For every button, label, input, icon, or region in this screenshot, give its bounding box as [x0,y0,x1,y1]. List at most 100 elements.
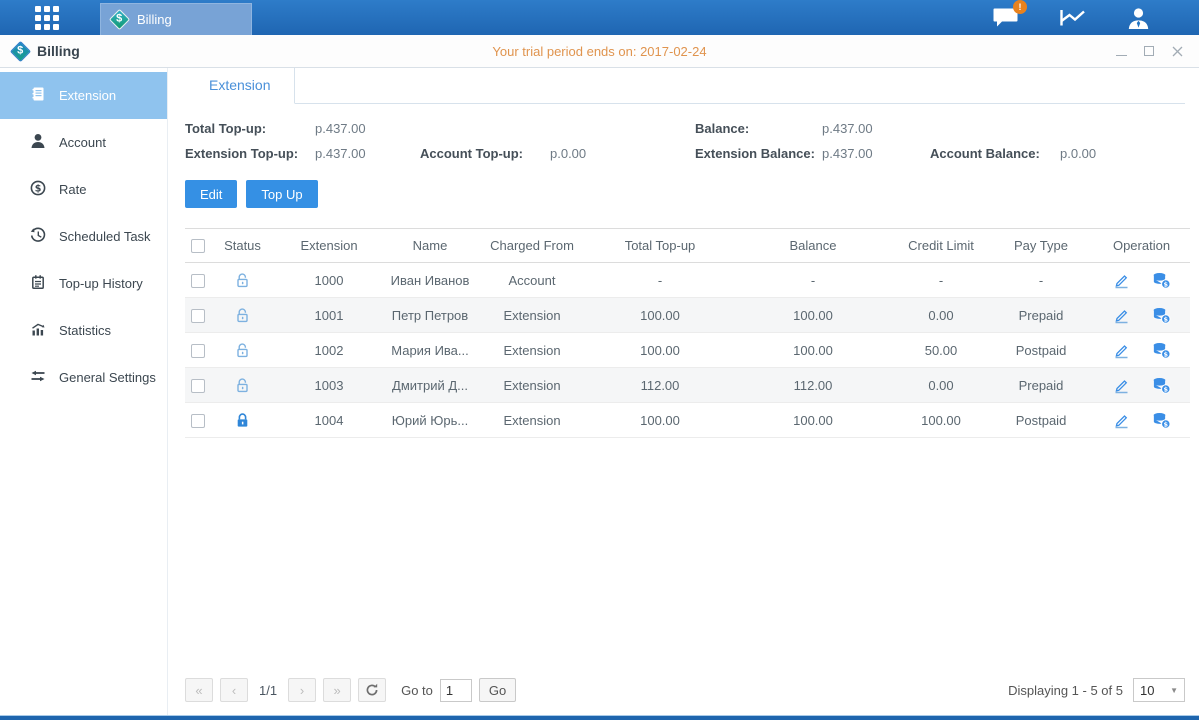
edit-pencil-icon[interactable] [1113,272,1130,289]
row-checkbox[interactable] [191,309,205,323]
notification-badge: ! [1013,0,1027,14]
user-menu-button[interactable] [1126,7,1151,29]
tab-bar: Extension [185,68,1185,104]
account-topup-value: p.0.00 [550,146,695,161]
col-header-pay-type: Pay Type [989,229,1093,263]
edit-pencil-icon[interactable] [1113,342,1130,359]
table-row: 1001 Петр Петров Extension 100.00 100.00… [185,298,1190,333]
total-topup-value: p.437.00 [315,121,420,136]
sidebar-item-statistics[interactable]: Statistics [0,307,167,354]
main-panel: Extension Total Top-up: p.437.00 Balance… [168,68,1199,715]
sidebar-item-top-up-history[interactable]: Top-up History [0,260,167,307]
go-button[interactable]: Go [479,678,516,702]
edit-button[interactable]: Edit [185,180,237,208]
extension-table-body: 1000 Иван Иванов Account - - - - $ 1001 … [185,263,1190,438]
lock-closed-icon[interactable] [235,412,250,429]
close-icon[interactable] [1171,45,1183,57]
prev-page-button[interactable]: ‹ [220,678,248,702]
topbar: $ Billing ! [0,0,1199,35]
svg-text:$: $ [1163,420,1168,428]
account-balance-value: p.0.00 [1060,146,1185,161]
first-page-button[interactable]: « [185,678,213,702]
edit-pencil-icon[interactable] [1113,377,1130,394]
billing-title-icon: $ [10,40,31,61]
top-up-button[interactable]: Top Up [246,180,317,208]
svg-text:$: $ [1163,280,1168,288]
sidebar-item-account[interactable]: Account [0,119,167,166]
extension-topup-value: p.437.00 [315,146,420,161]
col-header-operation: Operation [1093,229,1190,263]
notifications-button[interactable]: ! [992,7,1019,29]
table-row: 1002 Мария Ива... Extension 100.00 100.0… [185,333,1190,368]
goto-page-input[interactable] [440,679,472,702]
window-bottom-edge [0,715,1199,720]
reports-button[interactable] [1059,8,1086,28]
sidebar-item-scheduled-task[interactable]: Scheduled Task [0,213,167,260]
last-page-button[interactable]: » [323,678,351,702]
topup-coins-icon[interactable]: $ [1152,377,1171,394]
svg-text:$: $ [1163,315,1168,323]
row-checkbox[interactable] [191,414,205,428]
extension-balance-label: Extension Balance: [695,146,822,161]
maximize-icon[interactable] [1143,45,1155,57]
next-page-button[interactable]: › [288,678,316,702]
window-controls [1115,45,1183,57]
topup-history-ledger-icon [30,274,46,290]
extension-table: StatusExtensionNameCharged FromTotal Top… [185,228,1190,438]
sidebar-item-general-settings[interactable]: General Settings [0,354,167,401]
edit-pencil-icon[interactable] [1113,307,1130,324]
topup-coins-icon[interactable]: $ [1152,342,1171,359]
extension-topup-label: Extension Top-up: [185,146,315,161]
scheduled-task-clock-icon [30,227,46,243]
topup-coins-icon[interactable]: $ [1152,272,1171,289]
billing-app-window: $ Billing ! $ Billing Your trial period … [0,0,1199,720]
chevron-down-icon: ▼ [1170,686,1178,695]
account-balance-label: Account Balance: [930,146,1060,161]
page-indicator: 1/1 [259,683,277,698]
row-checkbox[interactable] [191,379,205,393]
topup-coins-icon[interactable]: $ [1152,307,1171,324]
refresh-button[interactable] [358,678,386,702]
general-settings-sliders-icon [30,368,46,384]
taskbar-billing-tab[interactable]: $ Billing [100,3,252,35]
page-size-select[interactable]: 10 ▼ [1133,678,1185,702]
minimize-icon[interactable] [1115,45,1127,57]
table-header-row: StatusExtensionNameCharged FromTotal Top… [185,229,1190,263]
row-checkbox[interactable] [191,344,205,358]
window-titlebar: $ Billing Your trial period ends on: 201… [0,35,1199,68]
col-header-total-top-up: Total Top-up [587,229,733,263]
total-topup-label: Total Top-up: [185,121,315,136]
col-header-charged-from: Charged From [477,229,587,263]
balance-value: p.437.00 [822,121,930,136]
goto-label: Go to [401,683,433,698]
topbar-right: ! [992,0,1151,35]
col-header-name: Name [383,229,477,263]
account-topup-label: Account Top-up: [420,146,550,161]
col-header-extension: Extension [275,229,383,263]
svg-text:$: $ [1163,385,1168,393]
col-header-balance: Balance [733,229,893,263]
balance-summary: Total Top-up: p.437.00 Balance: p.437.00… [185,121,1185,161]
sidebar-item-extension[interactable]: Extension [0,72,167,119]
svg-text:$: $ [1163,350,1168,358]
lock-open-icon[interactable] [235,307,250,324]
page-size-value: 10 [1140,683,1154,698]
rate-dollar-icon: $ [30,180,46,196]
trial-period-message: Your trial period ends on: 2017-02-24 [0,44,1199,59]
svg-text:$: $ [35,183,42,194]
action-buttons: Edit Top Up [185,180,1185,208]
select-all-checkbox[interactable] [191,239,205,253]
line-chart-icon [1059,8,1086,28]
sidebar-item-rate[interactable]: $ Rate [0,166,167,213]
topup-coins-icon[interactable]: $ [1152,412,1171,429]
window-title-group: $ Billing [13,43,80,59]
tab-extension[interactable]: Extension [185,68,295,104]
app-launcher-grid-icon[interactable] [35,6,59,30]
refresh-icon [365,683,379,697]
lock-open-icon[interactable] [235,377,250,394]
lock-open-icon[interactable] [235,342,250,359]
table-row: 1003 Дмитрий Д... Extension 112.00 112.0… [185,368,1190,403]
row-checkbox[interactable] [191,274,205,288]
lock-open-icon[interactable] [235,272,250,289]
edit-pencil-icon[interactable] [1113,412,1130,429]
